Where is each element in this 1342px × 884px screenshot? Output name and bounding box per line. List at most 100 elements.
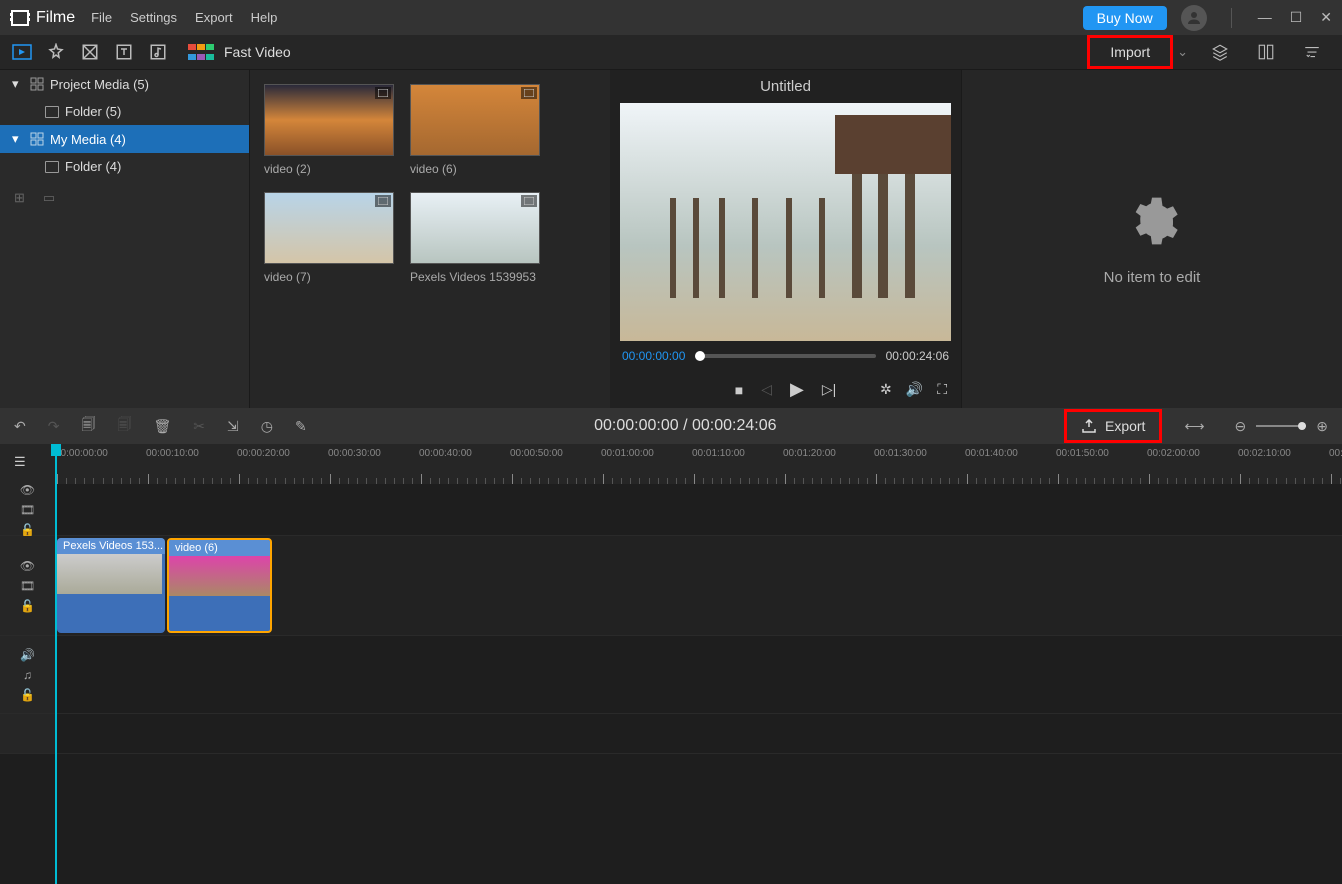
video-icon: [375, 87, 391, 99]
media-item[interactable]: video (2): [264, 84, 394, 176]
current-time: 00:00:00:00: [622, 349, 685, 363]
avatar[interactable]: [1181, 5, 1207, 31]
play-button[interactable]: ▶: [790, 379, 804, 400]
playhead[interactable]: [55, 444, 57, 884]
video-icon: [521, 195, 537, 207]
fit-icon[interactable]: ⟷: [1184, 418, 1204, 435]
zoom-slider[interactable]: [1256, 425, 1306, 427]
paste-button[interactable]: 🗐: [117, 414, 131, 438]
redo-button[interactable]: ↷: [48, 418, 60, 435]
titlebar: Filme File Settings Export Help Buy Now …: [0, 0, 1342, 35]
import-button[interactable]: Import: [1087, 35, 1173, 69]
toolbar: Fast Video Import ⌄: [0, 35, 1342, 70]
lock-icon[interactable]: 🔓: [20, 599, 35, 613]
delete-button[interactable]: 🗑: [153, 418, 171, 435]
timeline-toolbar: ↶ ↷ 🗐 🗐 🗑 ✂ ⇲ ◷ ✎ 00:00:00:00 / 00:00:24…: [0, 408, 1342, 444]
menu-file[interactable]: File: [91, 10, 112, 25]
gear-icon: [1124, 193, 1180, 249]
no-item-label: No item to edit: [1104, 269, 1201, 286]
copy-button[interactable]: 🗐: [81, 414, 95, 438]
empty-track: [0, 714, 1342, 754]
export-button[interactable]: Export: [1064, 409, 1162, 443]
tree-my-media[interactable]: ▾ My Media (4): [0, 125, 249, 153]
transitions-tab-icon[interactable]: [76, 38, 104, 66]
stop-button[interactable]: ■: [735, 382, 743, 398]
tree-mymedia-label: My Media (4): [50, 132, 126, 147]
buy-now-button[interactable]: Buy Now: [1083, 6, 1167, 30]
lock-icon[interactable]: 🔓: [20, 688, 35, 702]
media-label: Pexels Videos 1539953: [410, 270, 540, 284]
clip-label: Pexels Videos 153...: [57, 538, 165, 554]
settings-icon[interactable]: ✲: [880, 381, 892, 398]
preview-video[interactable]: [620, 103, 951, 341]
sort-icon[interactable]: [1298, 38, 1326, 66]
edit-button[interactable]: ✎: [295, 418, 307, 435]
video-track-2: 👁 🎞 🔓: [0, 484, 1342, 536]
prev-frame-button[interactable]: ◁: [761, 381, 772, 398]
media-label: video (6): [410, 162, 540, 176]
total-time: 00:00:24:06: [886, 349, 949, 363]
timeline-menu-icon[interactable]: ☰: [14, 454, 26, 470]
music-icon: ♫: [23, 668, 32, 682]
scrubber[interactable]: [695, 354, 875, 358]
audio-tab-icon[interactable]: [144, 38, 172, 66]
tree-folder-5[interactable]: Folder (5): [0, 98, 249, 125]
media-sidebar: ▾ Project Media (5) Folder (5) ▾ My Medi…: [0, 70, 250, 408]
grid-view-icon[interactable]: [1252, 38, 1280, 66]
tree-folder-4[interactable]: Folder (4): [0, 153, 249, 180]
media-label: video (7): [264, 270, 394, 284]
layers-icon[interactable]: [1206, 38, 1234, 66]
visibility-icon[interactable]: 👁: [20, 559, 35, 573]
media-tab-icon[interactable]: [8, 38, 36, 66]
export-label: Export: [1105, 418, 1145, 434]
minimize-button[interactable]: —: [1258, 9, 1272, 26]
film-icon: 🎞: [20, 503, 35, 517]
media-item[interactable]: Pexels Videos 1539953: [410, 192, 540, 284]
tree-project-label: Project Media (5): [50, 77, 149, 92]
speed-button[interactable]: ◷: [261, 418, 273, 435]
fast-video-button[interactable]: Fast Video: [188, 44, 291, 60]
add-folder-icon[interactable]: ⊞: [14, 190, 25, 206]
timeline-ruler[interactable]: ☰ 00:00:00:0000:00:10:0000:00:20:0000:00…: [0, 444, 1342, 484]
timeline-time: 00:00:00:00 / 00:00:24:06: [329, 417, 1042, 435]
split-button[interactable]: ✂: [193, 418, 205, 435]
crop-button[interactable]: ⇲: [227, 418, 239, 435]
zoom-in-icon[interactable]: ⊕: [1316, 418, 1328, 435]
fast-video-label: Fast Video: [224, 44, 291, 60]
menu-export[interactable]: Export: [195, 10, 233, 25]
timeline-clip[interactable]: Pexels Videos 153...: [57, 538, 165, 633]
preview-title: Untitled: [610, 70, 961, 103]
media-item[interactable]: video (7): [264, 192, 394, 284]
media-item[interactable]: video (6): [410, 84, 540, 176]
media-panel: video (2) video (6) video (7) Pexels Vid…: [250, 70, 610, 408]
tree-folder4-label: Folder (4): [65, 159, 121, 174]
video-icon: [375, 195, 391, 207]
undo-button[interactable]: ↶: [14, 418, 26, 435]
fullscreen-icon[interactable]: ⛶: [937, 381, 947, 398]
film-icon: 🎞: [20, 579, 35, 593]
volume-icon[interactable]: 🔊: [20, 648, 35, 662]
app-logo: [10, 8, 30, 28]
menu-settings[interactable]: Settings: [130, 10, 177, 25]
folder-icon: [45, 161, 59, 173]
text-tab-icon[interactable]: [110, 38, 138, 66]
preview-panel: Untitled 00:00:00:00 00:00:24:06 ■ ◁ ▶ ▷…: [610, 70, 962, 408]
properties-panel: No item to edit: [962, 70, 1342, 408]
folder-icon: [45, 106, 59, 118]
lock-icon[interactable]: 🔓: [20, 523, 35, 537]
video-track-1: 👁 🎞 🔓 Pexels Videos 153... video (6): [0, 536, 1342, 636]
visibility-icon[interactable]: 👁: [20, 483, 35, 497]
tree-project-media[interactable]: ▾ Project Media (5): [0, 70, 249, 98]
next-frame-button[interactable]: ▷|: [822, 381, 836, 398]
maximize-button[interactable]: ☐: [1290, 9, 1303, 26]
timeline-clip-selected[interactable]: video (6): [167, 538, 272, 633]
menu-help[interactable]: Help: [251, 10, 278, 25]
video-icon: [521, 87, 537, 99]
effects-tab-icon[interactable]: [42, 38, 70, 66]
close-button[interactable]: ✕: [1320, 9, 1332, 26]
volume-icon[interactable]: 🔊: [906, 381, 923, 398]
timeline-tracks: 👁 🎞 🔓 👁 🎞 🔓 Pexels Videos 153... video (…: [0, 484, 1342, 754]
tree-folder5-label: Folder (5): [65, 104, 121, 119]
folder-icon[interactable]: ▭: [43, 190, 55, 206]
zoom-out-icon[interactable]: ⊖: [1235, 418, 1247, 435]
